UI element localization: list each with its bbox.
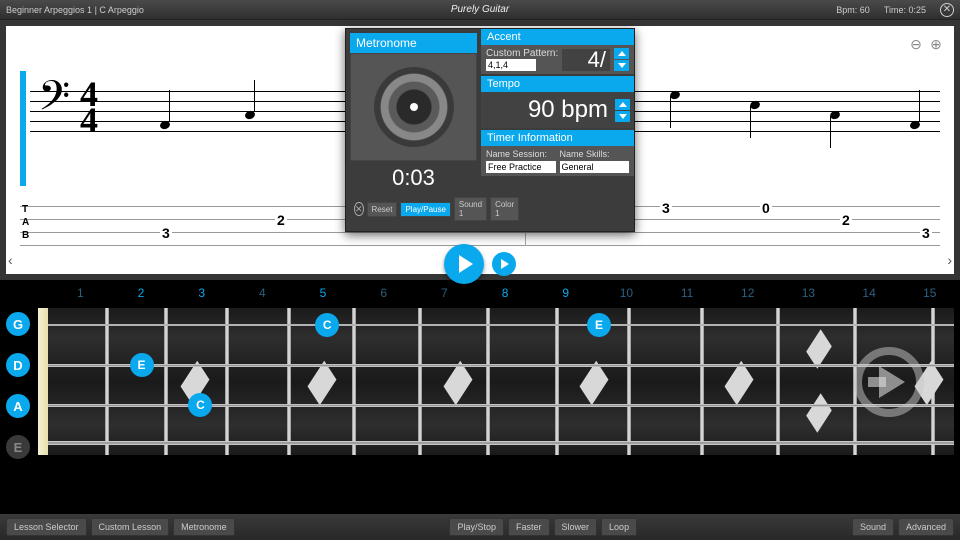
- lesson-selector-button[interactable]: Lesson Selector: [6, 518, 87, 536]
- loop-button[interactable]: Loop: [601, 518, 637, 536]
- fret-note: C: [188, 393, 212, 417]
- string-label-a[interactable]: A: [6, 394, 30, 418]
- metronome-dial[interactable]: [350, 53, 477, 161]
- zoom-in-icon[interactable]: ⊕: [928, 36, 944, 52]
- brand-logo: Purely Guitar: [451, 4, 509, 15]
- playstop-button[interactable]: Play/Stop: [449, 518, 504, 536]
- slower-button[interactable]: Slower: [554, 518, 598, 536]
- time-display: Time: 0:25: [884, 5, 926, 15]
- score-next-icon[interactable]: ›: [947, 252, 952, 268]
- skills-label: Name Skills:: [560, 149, 630, 159]
- zoom-out-icon[interactable]: ⊖: [908, 36, 924, 52]
- bottom-toolbar: Lesson Selector Custom Lesson Metronome …: [0, 514, 960, 540]
- string-label-g[interactable]: G: [6, 312, 30, 336]
- metronome-toggle-button[interactable]: Metronome: [173, 518, 235, 536]
- tempo-up-button[interactable]: [615, 99, 630, 110]
- accent-display: 4/: [562, 49, 610, 71]
- fret-note: E: [130, 353, 154, 377]
- metronome-playpause-button[interactable]: Play/Pause: [400, 202, 450, 217]
- accent-header: Accent: [481, 29, 634, 45]
- pattern-input[interactable]: [486, 59, 536, 71]
- tempo-down-button[interactable]: [615, 111, 630, 122]
- metronome-reset-button[interactable]: Reset: [367, 202, 398, 217]
- metronome-panel: Metronome 0:03 ✕ Reset Play/Pause Sound …: [345, 28, 635, 232]
- guitar-nut: [38, 308, 48, 455]
- time-signature: 4 4: [80, 81, 98, 133]
- lesson-title: Beginner Arpeggios 1 | C Arpeggio: [6, 5, 144, 15]
- tab-number: 3: [160, 225, 172, 241]
- tab-number: 3: [920, 225, 932, 241]
- metronome-timer: 0:03: [350, 161, 477, 197]
- bpm-display: Bpm: 60: [836, 5, 870, 15]
- tab-label: T A B: [22, 203, 29, 242]
- session-input[interactable]: [486, 161, 556, 173]
- accent-up-button[interactable]: [614, 48, 629, 59]
- playhead-bar: [20, 71, 26, 186]
- play-half-button[interactable]: [492, 252, 516, 276]
- tab-number: 0: [760, 200, 772, 216]
- tab-number: 3: [660, 200, 672, 216]
- fret-note: C: [315, 313, 339, 337]
- top-bar: Beginner Arpeggios 1 | C Arpeggio Purely…: [0, 0, 960, 20]
- play-button[interactable]: [444, 244, 484, 284]
- close-button[interactable]: ✕: [940, 3, 954, 17]
- pattern-label: Custom Pattern:: [486, 48, 558, 59]
- fret-note: E: [587, 313, 611, 337]
- timer-info-header: Timer Information: [481, 130, 634, 146]
- session-label: Name Session:: [486, 149, 556, 159]
- accent-down-button[interactable]: [614, 60, 629, 71]
- score-prev-icon[interactable]: ‹: [8, 252, 13, 268]
- bass-clef: 𝄢: [38, 72, 70, 131]
- fretboard-section: 1 2 3 4 5 6 7 8 9 10 11 12 13 14 15 G D …: [0, 286, 960, 486]
- skills-input[interactable]: [560, 161, 630, 173]
- guitar-neck: G D A E: [6, 304, 954, 456]
- tab-number: 2: [840, 212, 852, 228]
- playback-controls: [444, 244, 516, 284]
- string-label-e[interactable]: E: [6, 435, 30, 459]
- next-section-icon[interactable]: [854, 347, 924, 417]
- custom-lesson-button[interactable]: Custom Lesson: [91, 518, 170, 536]
- advanced-button[interactable]: Advanced: [898, 518, 954, 536]
- metronome-header: Metronome: [350, 33, 477, 53]
- tempo-header: Tempo: [481, 76, 634, 92]
- sound-button[interactable]: Sound: [852, 518, 894, 536]
- tempo-value: 90 bpm: [485, 96, 612, 124]
- fret-numbers: 1 2 3 4 5 6 7 8 9 10 11 12 13 14 15: [0, 286, 960, 304]
- string-label-d[interactable]: D: [6, 353, 30, 377]
- faster-button[interactable]: Faster: [508, 518, 550, 536]
- tab-number: 2: [275, 212, 287, 228]
- metronome-close-icon[interactable]: ✕: [354, 202, 364, 216]
